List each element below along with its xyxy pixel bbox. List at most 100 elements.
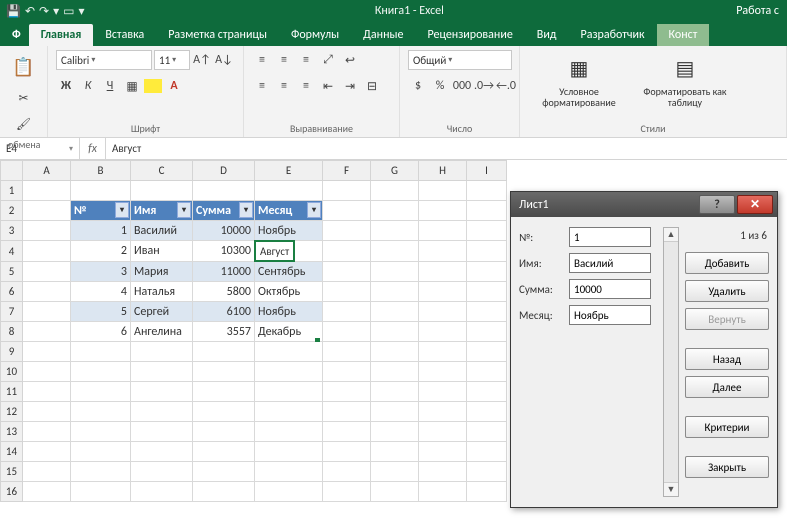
cell-F14[interactable] bbox=[323, 442, 371, 462]
cell-A11[interactable] bbox=[23, 382, 71, 402]
row-header-5[interactable]: 5 bbox=[1, 262, 23, 282]
cell-F3[interactable] bbox=[323, 221, 371, 241]
cell-A8[interactable] bbox=[23, 322, 71, 342]
cell-C9[interactable] bbox=[131, 342, 193, 362]
save-icon[interactable]: 💾 bbox=[6, 4, 21, 19]
cell-D9[interactable] bbox=[193, 342, 255, 362]
cell-H9[interactable] bbox=[419, 342, 467, 362]
cell-D10[interactable] bbox=[193, 362, 255, 382]
cell-B14[interactable] bbox=[71, 442, 131, 462]
cell-F11[interactable] bbox=[323, 382, 371, 402]
cell-B13[interactable] bbox=[71, 422, 131, 442]
cell-C7[interactable]: Сергей bbox=[131, 302, 193, 322]
increase-decimal-icon[interactable]: .0→ bbox=[474, 76, 494, 96]
cell-I6[interactable] bbox=[467, 282, 507, 302]
cell-F2[interactable] bbox=[323, 201, 371, 221]
cell-A14[interactable] bbox=[23, 442, 71, 462]
fx-icon[interactable]: fx bbox=[80, 138, 106, 159]
cell-B8[interactable]: 6 bbox=[71, 322, 131, 342]
cell-C2[interactable]: Имя▾ bbox=[131, 201, 193, 221]
col-header-I[interactable]: I bbox=[467, 161, 507, 181]
wrap-text-icon[interactable]: ↩ bbox=[340, 50, 360, 70]
cell-A2[interactable] bbox=[23, 201, 71, 221]
row-header-13[interactable]: 13 bbox=[1, 422, 23, 442]
cell-I10[interactable] bbox=[467, 362, 507, 382]
cell-A3[interactable] bbox=[23, 221, 71, 241]
increase-indent-icon[interactable]: ⇥ bbox=[340, 76, 360, 96]
cell-A7[interactable] bbox=[23, 302, 71, 322]
cell-A1[interactable] bbox=[23, 181, 71, 201]
row-header-3[interactable]: 3 bbox=[1, 221, 23, 241]
align-center-icon[interactable]: ≡ bbox=[274, 76, 294, 96]
qat-customize-icon[interactable]: ▾ bbox=[78, 4, 84, 19]
row-header-10[interactable]: 10 bbox=[1, 362, 23, 382]
tab-home[interactable]: Главная bbox=[29, 24, 94, 46]
cell-E4[interactable]: Август bbox=[255, 241, 294, 261]
cell-D6[interactable]: 5800 bbox=[193, 282, 255, 302]
cell-C3[interactable]: Василий bbox=[131, 221, 193, 241]
cell-E7[interactable]: Ноябрь bbox=[255, 302, 323, 322]
cell-C15[interactable] bbox=[131, 462, 193, 482]
cell-E10[interactable] bbox=[255, 362, 323, 382]
cell-G4[interactable] bbox=[371, 241, 419, 262]
row-header-2[interactable]: 2 bbox=[1, 201, 23, 221]
cell-E14[interactable] bbox=[255, 442, 323, 462]
cell-I12[interactable] bbox=[467, 402, 507, 422]
comma-format-icon[interactable]: 000 bbox=[452, 76, 472, 96]
cell-G8[interactable] bbox=[371, 322, 419, 342]
percent-format-icon[interactable]: % bbox=[430, 76, 450, 96]
dialog-help-button[interactable]: ? bbox=[699, 195, 735, 214]
qat-more-icon[interactable]: ▾ bbox=[53, 4, 59, 19]
cell-B1[interactable] bbox=[71, 181, 131, 201]
cell-F12[interactable] bbox=[323, 402, 371, 422]
row-header-16[interactable]: 16 bbox=[1, 482, 23, 502]
scroll-up-icon[interactable]: ▲ bbox=[664, 228, 678, 242]
cell-G7[interactable] bbox=[371, 302, 419, 322]
borders-button[interactable]: ▦ bbox=[122, 76, 142, 96]
cell-B9[interactable] bbox=[71, 342, 131, 362]
increase-font-icon[interactable]: A↑ bbox=[192, 50, 212, 70]
bold-button[interactable]: Ж bbox=[56, 76, 76, 96]
cell-A4[interactable] bbox=[23, 241, 71, 262]
filter-icon[interactable]: ▾ bbox=[115, 202, 129, 218]
row-header-11[interactable]: 11 bbox=[1, 382, 23, 402]
cell-B2[interactable]: №▾ bbox=[71, 201, 131, 221]
format-as-table-button[interactable]: ▤ Форматировать как таблицу bbox=[634, 50, 736, 110]
close-button[interactable]: Закрыть bbox=[685, 456, 769, 478]
row-header-1[interactable]: 1 bbox=[1, 181, 23, 201]
cell-D15[interactable] bbox=[193, 462, 255, 482]
cell-D5[interactable]: 11000 bbox=[193, 262, 255, 282]
cell-G1[interactable] bbox=[371, 181, 419, 201]
cell-D16[interactable] bbox=[193, 482, 255, 502]
cell-E15[interactable] bbox=[255, 462, 323, 482]
cell-F16[interactable] bbox=[323, 482, 371, 502]
cell-B15[interactable] bbox=[71, 462, 131, 482]
cell-H13[interactable] bbox=[419, 422, 467, 442]
form-icon[interactable]: ▭ bbox=[63, 4, 74, 19]
cell-E6[interactable]: Октябрь bbox=[255, 282, 323, 302]
name-box[interactable]: E4▾ bbox=[0, 138, 80, 159]
font-size-select[interactable]: 11▾ bbox=[154, 50, 190, 70]
cell-G14[interactable] bbox=[371, 442, 419, 462]
cell-E12[interactable] bbox=[255, 402, 323, 422]
cell-D14[interactable] bbox=[193, 442, 255, 462]
cell-A10[interactable] bbox=[23, 362, 71, 382]
cell-F9[interactable] bbox=[323, 342, 371, 362]
cell-G10[interactable] bbox=[371, 362, 419, 382]
filter-icon[interactable]: ▾ bbox=[307, 202, 321, 218]
cell-I9[interactable] bbox=[467, 342, 507, 362]
cell-A16[interactable] bbox=[23, 482, 71, 502]
cell-F1[interactable] bbox=[323, 181, 371, 201]
font-color-button[interactable]: A bbox=[164, 76, 184, 96]
scroll-down-icon[interactable]: ▼ bbox=[664, 482, 678, 496]
cell-H5[interactable] bbox=[419, 262, 467, 282]
col-header-C[interactable]: C bbox=[131, 161, 193, 181]
decrease-decimal-icon[interactable]: ←.0 bbox=[496, 76, 516, 96]
cell-C6[interactable]: Наталья bbox=[131, 282, 193, 302]
cell-H6[interactable] bbox=[419, 282, 467, 302]
cell-G9[interactable] bbox=[371, 342, 419, 362]
cell-A12[interactable] bbox=[23, 402, 71, 422]
cell-D2[interactable]: Сумма▾ bbox=[193, 201, 255, 221]
cell-H16[interactable] bbox=[419, 482, 467, 502]
col-header-A[interactable]: A bbox=[23, 161, 71, 181]
